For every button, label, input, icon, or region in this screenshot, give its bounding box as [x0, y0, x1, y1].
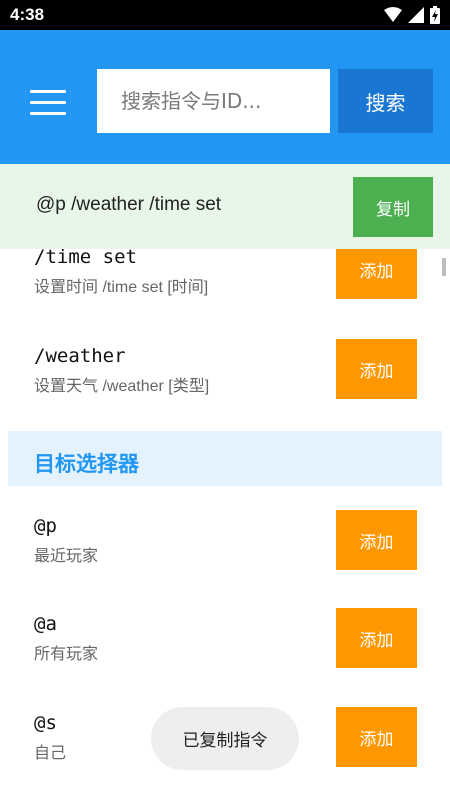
add-button[interactable]: 添加: [336, 608, 417, 668]
item-command: /time set: [34, 249, 137, 268]
item-command: @p: [34, 515, 57, 537]
menu-icon[interactable]: [30, 90, 66, 116]
list-item: @p 最近玩家 添加: [0, 509, 450, 599]
item-command: @a: [34, 613, 57, 635]
copy-button[interactable]: 复制: [353, 177, 433, 237]
add-button[interactable]: 添加: [336, 339, 417, 399]
command-preview-text: @p /weather /time set: [36, 194, 222, 215]
app-bar: 搜索: [0, 30, 450, 164]
toast-message: 已复制指令: [151, 707, 299, 770]
item-description: 所有玩家: [34, 646, 99, 663]
item-description: 最近玩家: [34, 548, 99, 565]
scrollbar[interactable]: [442, 258, 446, 276]
command-preview-bar: @p /weather /time set 复制: [0, 164, 450, 249]
section-title: 目标选择器: [34, 452, 139, 476]
status-time: 4:38: [10, 5, 45, 24]
status-bar: 4:38: [0, 0, 450, 30]
section-header: 目标选择器: [8, 431, 442, 486]
add-button[interactable]: 添加: [336, 510, 417, 570]
list-item: /time set 设置时间 /time set [时间] 添加: [0, 249, 450, 329]
item-description: 设置天气 /weather [类型]: [34, 378, 210, 395]
item-description: 自己: [34, 745, 67, 762]
item-command: @s: [34, 712, 57, 734]
battery-charging-icon: [430, 6, 440, 24]
list-item: /weather 设置天气 /weather [类型] 添加: [0, 337, 450, 427]
status-icons: [384, 6, 440, 24]
search-input[interactable]: [97, 69, 330, 133]
wifi-icon: [384, 7, 402, 22]
list-item: @a 所有玩家 添加: [0, 608, 450, 698]
add-button[interactable]: 添加: [336, 249, 417, 299]
add-button[interactable]: 添加: [336, 707, 417, 767]
signal-icon: [408, 7, 424, 23]
item-description: 设置时间 /time set [时间]: [34, 279, 209, 296]
item-command: /weather: [34, 345, 126, 367]
search-button[interactable]: 搜索: [338, 69, 433, 133]
